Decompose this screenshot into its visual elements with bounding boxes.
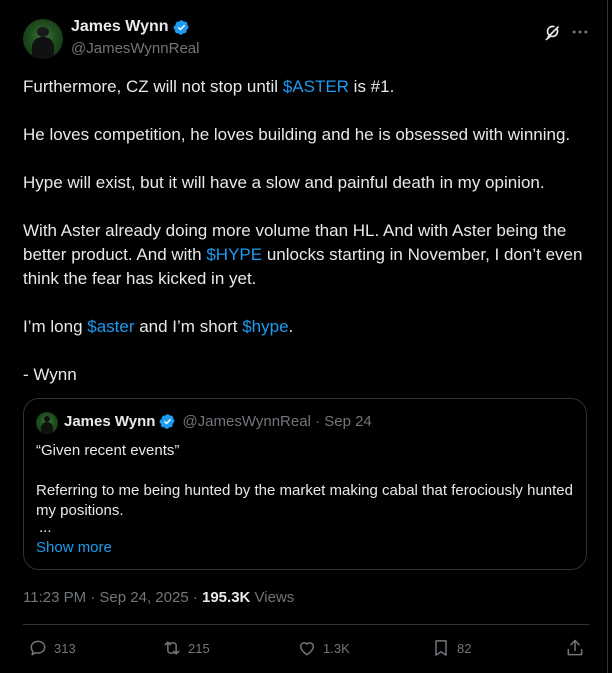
cashtag-hype-lower[interactable]: $hype xyxy=(242,317,288,336)
quoted-post-header: James Wynn @JamesWynnReal · Sep 24 xyxy=(64,413,372,430)
quoted-author-name: James Wynn xyxy=(64,413,156,430)
author-display-name[interactable]: James Wynn xyxy=(71,18,169,36)
reply-icon xyxy=(30,640,46,656)
bookmark-icon xyxy=(435,640,447,656)
like-count: 1.3K xyxy=(323,640,350,656)
heart-icon xyxy=(300,642,314,656)
post-paragraph-2: He loves competition, he loves building … xyxy=(23,125,571,144)
repost-icon xyxy=(164,641,180,655)
cashtag-aster-lower[interactable]: $aster xyxy=(87,317,134,336)
reply-count: 313 xyxy=(54,640,76,656)
cashtag-hype[interactable]: $HYPE xyxy=(206,245,262,264)
author-avatar[interactable] xyxy=(23,19,63,59)
show-more-link[interactable]: Show more xyxy=(36,539,112,556)
reply-button[interactable]: 313 xyxy=(28,638,76,658)
quoted-post-text: “Given recent events” Referring to me be… xyxy=(36,441,576,535)
post-paragraph-1: Furthermore, CZ will not stop until $AST… xyxy=(23,77,395,96)
quoted-line-3: ... xyxy=(39,519,52,536)
post-frame: James Wynn @JamesWynnReal Furthermore, C… xyxy=(0,0,612,673)
repost-count: 215 xyxy=(188,640,210,656)
right-border xyxy=(607,0,608,673)
bookmark-button[interactable]: 82 xyxy=(431,638,471,658)
quoted-author-avatar xyxy=(36,412,58,434)
quoted-post-meta: @JamesWynnReal · Sep 24 xyxy=(182,413,372,430)
post-signature: - Wynn xyxy=(23,365,77,384)
post-text: Furthermore, CZ will not stop until $AST… xyxy=(23,75,593,411)
quoted-line-1: “Given recent events” xyxy=(36,442,180,459)
verified-badge-icon xyxy=(173,19,189,35)
bookmark-count: 82 xyxy=(457,640,472,656)
post-meta: 11:23 PM · Sep 24, 2025 · 195.3K Views xyxy=(23,589,294,606)
post-paragraph-4: With Aster already doing more volume tha… xyxy=(23,221,583,288)
views-label: Views xyxy=(250,589,295,606)
share-icon xyxy=(567,639,583,656)
cashtag-aster[interactable]: $ASTER xyxy=(283,77,349,96)
share-button[interactable] xyxy=(565,638,585,658)
author-name-row[interactable]: James Wynn xyxy=(71,18,190,36)
divider xyxy=(23,624,589,625)
post-paragraph-5: I’m long $aster and I’m short $hype. xyxy=(23,317,294,336)
author-handle[interactable]: @JamesWynnReal xyxy=(71,40,199,57)
post-paragraph-3: Hype will exist, but it will have a slow… xyxy=(23,173,545,192)
quoted-post-card[interactable]: James Wynn @JamesWynnReal · Sep 24 “Give… xyxy=(23,398,587,570)
more-options-icon[interactable] xyxy=(570,22,590,42)
quoted-line-2: Referring to me being hunted by the mark… xyxy=(36,482,573,519)
like-button[interactable]: 1.3K xyxy=(297,638,350,658)
views-count: 195.3K xyxy=(202,589,251,606)
post-timestamp[interactable]: 11:23 PM · Sep 24, 2025 · xyxy=(23,589,202,606)
quoted-verified-badge-icon xyxy=(159,414,176,429)
grok-icon[interactable] xyxy=(543,22,563,42)
repost-button[interactable]: 215 xyxy=(162,638,210,658)
